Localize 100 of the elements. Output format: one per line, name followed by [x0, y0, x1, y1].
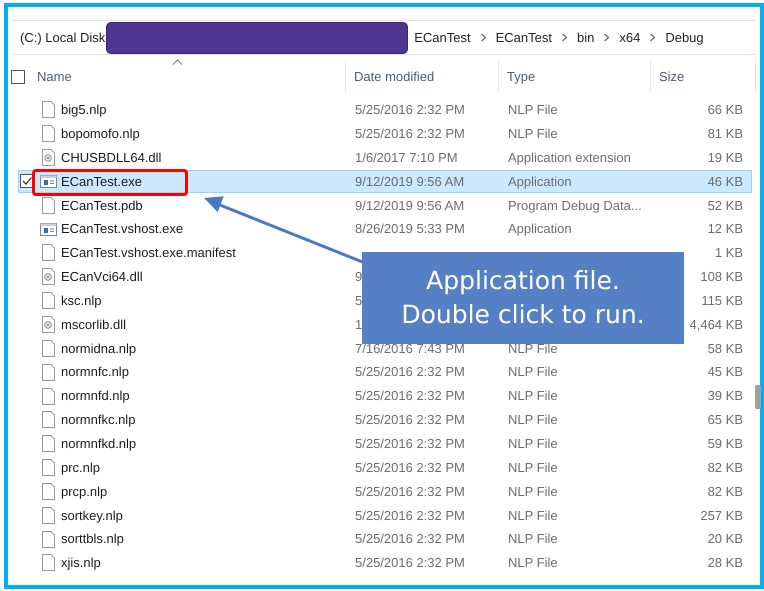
file-size: 82 KB	[708, 458, 743, 477]
file-name: normnfkd.nlp	[61, 434, 136, 453]
gear-file-icon	[42, 268, 54, 286]
file-size: 39 KB	[708, 387, 743, 406]
chevron-icon	[649, 33, 656, 42]
date-modified: 7/16/2016 7:43 PM	[355, 340, 465, 356]
callout-text: Double click to run.	[401, 299, 645, 331]
file-type: NLP File	[508, 436, 558, 451]
file-type: NLP File	[508, 484, 558, 499]
address-segment[interactable]: bin	[577, 28, 594, 48]
file-name: ECanTest.pdb	[61, 196, 143, 215]
file-size: 46 KB	[708, 172, 743, 191]
date-modified: 5/25/2016 2:32 PM	[355, 531, 465, 546]
file-icon	[42, 411, 54, 428]
date-modified: 5/25/2016 2:32 PM	[355, 508, 465, 523]
scrollbar-thumb[interactable]	[755, 385, 761, 409]
gear-file-icon	[42, 316, 54, 334]
date-modified: 9/12/2019 9:56 AM	[355, 174, 464, 189]
date-modified: 1/6/2017 7:10 PM	[355, 150, 458, 165]
file-type: NLP File	[508, 508, 558, 523]
column-header[interactable]: Date modified	[354, 67, 434, 87]
date-modified: 5/25/2016 2:32 PM	[355, 364, 465, 380]
sort-caret-icon	[172, 59, 183, 65]
application-icon	[40, 174, 56, 188]
file-icon	[42, 459, 54, 476]
file-icon	[42, 435, 54, 452]
file-name: ECanTest.vshost.exe.manifest	[61, 244, 236, 262]
file-icon	[42, 340, 54, 357]
file-size: 52 KB	[708, 196, 743, 215]
file-icon	[42, 388, 54, 405]
file-size: 20 KB	[708, 530, 743, 548]
file-size: 1 KB	[714, 244, 743, 262]
address-root[interactable]: (C:) Local Disk	[20, 28, 106, 48]
file-type: NLP File	[508, 126, 558, 142]
chevron-icon	[561, 33, 568, 42]
date-modified: 5/25/2016 2:32 PM	[355, 388, 465, 404]
file-type: NLP File	[508, 388, 558, 404]
file-icon	[42, 125, 54, 142]
date-modified: 5/25/2016 2:32 PM	[355, 436, 465, 451]
row-checkbox[interactable]	[20, 174, 34, 188]
file-name: mscorlib.dll	[61, 316, 126, 334]
column-header[interactable]: Type	[507, 67, 536, 87]
file-name: normnfc.nlp	[61, 363, 129, 382]
gear-file-icon	[42, 149, 54, 166]
column-header[interactable]: Size	[659, 67, 684, 87]
file-name: normnfkc.nlp	[61, 411, 136, 430]
file-size: 59 KB	[708, 434, 743, 453]
date-modified: 8/26/2019 5:33 PM	[355, 221, 465, 236]
file-type: Program Debug Data...	[508, 198, 642, 213]
select-all-checkbox[interactable]	[11, 70, 25, 84]
file-icon	[42, 196, 54, 214]
date-modified: 5	[355, 292, 362, 308]
file-name: sortkey.nlp	[61, 506, 123, 525]
file-type: Application extension	[508, 150, 631, 165]
file-name: big5.nlp	[61, 101, 107, 120]
address-bar[interactable]: (C:) Local Disk ECanTest ECanTest bin x64 Debug	[12, 20, 756, 55]
file-name: ECanTest.exe	[61, 172, 142, 191]
file-size: 58 KB	[708, 340, 743, 358]
file-icon	[42, 482, 54, 500]
file-name: bopomofo.nlp	[61, 125, 140, 144]
file-size: 12 KB	[708, 220, 743, 238]
file-size: 19 KB	[708, 148, 743, 167]
file-type: NLP File	[508, 412, 558, 428]
date-modified: 1	[355, 316, 362, 332]
file-icon	[42, 244, 54, 262]
file-size: 4,464 KB	[690, 316, 743, 334]
file-size: 257 KB	[700, 506, 743, 525]
file-type: NLP File	[508, 460, 558, 475]
file-icon	[42, 530, 54, 548]
date-modified: 9	[355, 269, 362, 284]
date-modified: 5/25/2016 2:32 PM	[355, 484, 465, 499]
date-modified: 5/25/2016 2:32 PM	[355, 412, 465, 428]
file-icon	[42, 506, 54, 524]
file-type: NLP File	[508, 531, 558, 546]
file-name: ksc.nlp	[61, 292, 102, 310]
file-name: xjis.nlp	[61, 554, 101, 572]
file-icon	[42, 101, 54, 118]
file-type: NLP File	[508, 340, 558, 356]
file-size: 65 KB	[708, 411, 743, 430]
file-icon	[42, 554, 54, 572]
file-name: CHUSBDLL64.dll	[61, 148, 162, 167]
file-size: 45 KB	[708, 363, 743, 382]
file-size: 82 KB	[708, 482, 743, 501]
file-row[interactable]: ECanTest.exe 9/12/2019 9:56 AM Application 46 KB	[18, 170, 752, 194]
file-size: 66 KB	[708, 101, 743, 120]
file-name: ECanTest.vshost.exe	[61, 220, 184, 238]
column-header[interactable]: Name	[37, 67, 72, 87]
file-size: 108 KB	[700, 268, 743, 286]
address-segment[interactable]: ECanTest	[414, 28, 471, 48]
file-type: NLP File	[508, 364, 558, 380]
address-segment[interactable]: x64	[619, 28, 640, 48]
file-icon	[42, 292, 54, 310]
address-segment[interactable]: ECanTest	[496, 28, 552, 48]
callout-text: Application file.	[426, 265, 620, 297]
date-modified: 5/25/2016 2:32 PM	[355, 555, 465, 570]
chevron-icon	[603, 33, 610, 42]
file-type: Application	[508, 221, 572, 236]
date-modified: 5/25/2016 2:32 PM	[355, 102, 465, 118]
file-size: 115 KB	[701, 292, 743, 310]
address-segment[interactable]: Debug	[665, 28, 704, 48]
